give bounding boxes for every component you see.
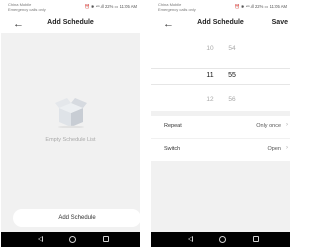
switch-setting-row[interactable]: Switch Open › [151, 139, 290, 161]
status-indicators: ⏰ ✱ ⁴ᴳ.ıll 22% ▭ 11:05 AM [84, 4, 137, 9]
page-title: Add Schedule [197, 19, 244, 26]
header-bar: ← Add Schedule Save [151, 16, 290, 33]
chevron-right-icon: › [286, 145, 288, 151]
triangle-back-icon[interactable] [38, 236, 43, 242]
carrier-status: Emergency calls only [158, 7, 196, 12]
picker-hour-selected[interactable]: 11 [203, 69, 217, 83]
system-nav-bar [1, 232, 140, 247]
status-bar: China Mobile Emergency calls only ⏰ ✱ ⁴ᴳ… [151, 0, 290, 16]
schedule-edit-screen: China Mobile Emergency calls only ⏰ ✱ ⁴ᴳ… [151, 0, 290, 247]
picker-row-selected[interactable]: 11 55 [151, 69, 290, 83]
schedule-list-screen: China Mobile Emergency calls only ⏰ ✱ ⁴ᴳ… [1, 0, 140, 247]
header-bar: ← Add Schedule [1, 16, 140, 33]
page-title: Add Schedule [47, 19, 94, 26]
square-recent-icon[interactable] [253, 236, 259, 242]
carrier-info: China Mobile Emergency calls only [8, 2, 46, 12]
picker-minute-selected[interactable]: 55 [225, 69, 239, 83]
empty-box-icon [55, 98, 87, 128]
picker-minute[interactable]: 56 [225, 93, 239, 107]
status-indicators: ⏰ ✱ ⁴ᴳ.ıll 22% ▭ 11:05 AM [234, 4, 287, 9]
carrier-status: Emergency calls only [8, 7, 46, 12]
circle-home-icon[interactable] [219, 236, 226, 243]
repeat-value: Only once [256, 123, 281, 129]
system-nav-bar [151, 232, 290, 247]
square-recent-icon[interactable] [103, 236, 109, 242]
picker-row-previous[interactable]: 10 54 [151, 42, 290, 56]
repeat-label: Repeat [164, 123, 182, 129]
picker-hour[interactable]: 10 [203, 42, 217, 56]
circle-home-icon[interactable] [69, 236, 76, 243]
time-picker[interactable]: 10 54 11 55 12 56 [151, 33, 290, 111]
save-button[interactable]: Save [272, 19, 288, 26]
status-bar: China Mobile Emergency calls only ⏰ ✱ ⁴ᴳ… [1, 0, 140, 16]
triangle-back-icon[interactable] [188, 236, 193, 242]
picker-row-next[interactable]: 12 56 [151, 93, 290, 107]
carrier-info: China Mobile Emergency calls only [158, 2, 196, 12]
picker-divider [151, 84, 290, 85]
switch-label: Switch [164, 146, 181, 152]
empty-state-label: Empty Schedule List [45, 137, 96, 143]
repeat-setting-row[interactable]: Repeat Only once › [151, 116, 290, 138]
picker-minute[interactable]: 54 [225, 42, 239, 56]
switch-value: Open [267, 146, 281, 152]
chevron-right-icon: › [286, 122, 288, 128]
picker-hour[interactable]: 12 [203, 93, 217, 107]
add-schedule-button[interactable]: Add Schedule [13, 209, 140, 227]
